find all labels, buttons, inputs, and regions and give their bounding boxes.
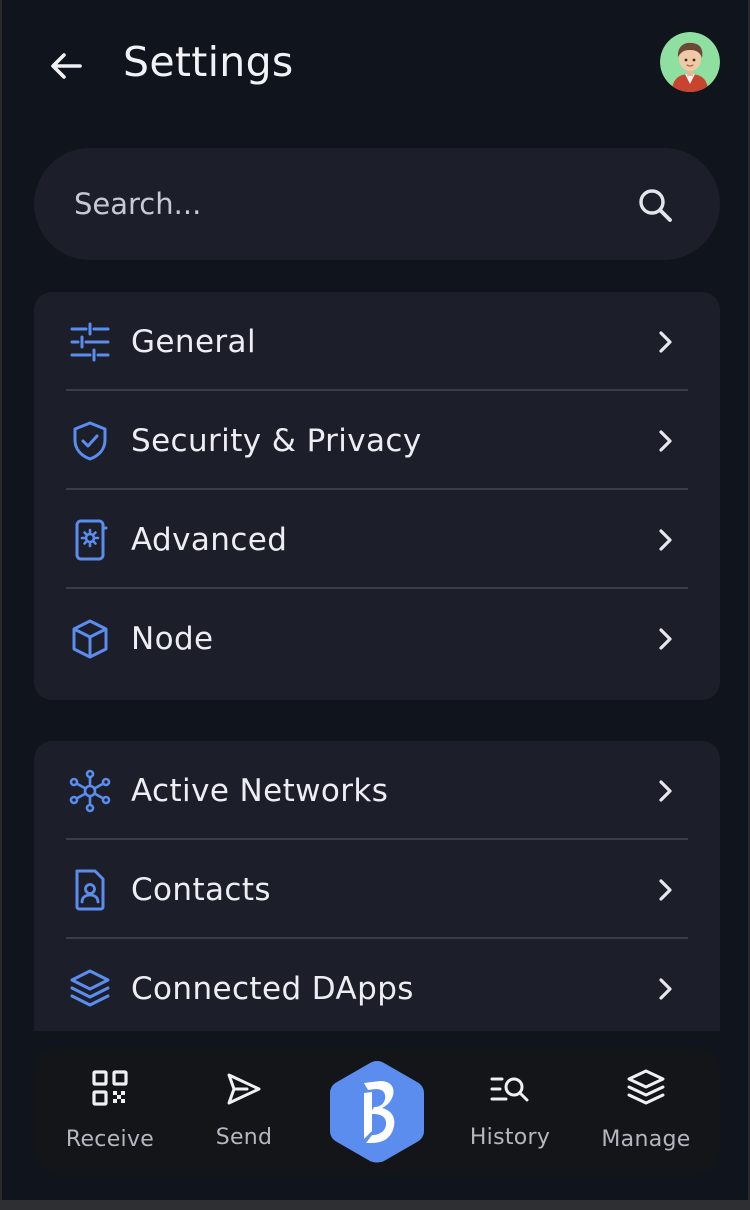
contact-card-icon	[75, 869, 105, 910]
chevron-right-icon	[659, 779, 672, 802]
search-icon	[639, 189, 672, 222]
settings-item-label: Active Networks	[131, 772, 389, 809]
settings-screen: Settings Search... General Security & Pr…	[2, 0, 748, 1200]
settings-group-secondary: Active Networks Contacts Connected DApps	[34, 741, 720, 1041]
settings-group-primary: General Security & Privacy Advanced Node	[34, 292, 720, 700]
window-bottom-edge	[0, 1200, 750, 1210]
settings-item-connected-dapps[interactable]: Connected DApps	[34, 939, 720, 1038]
search-button[interactable]	[636, 186, 674, 224]
user-avatar-icon	[660, 32, 720, 92]
settings-item-contacts[interactable]: Contacts	[34, 840, 720, 939]
page-title: Settings	[123, 38, 294, 86]
nav-receive-label: Receive	[65, 1127, 155, 1152]
settings-item-security-privacy[interactable]: Security & Privacy	[34, 391, 720, 490]
settings-item-label: Advanced	[131, 521, 288, 558]
network-icon	[69, 769, 111, 812]
brand-home-button[interactable]	[328, 1059, 426, 1165]
arrow-left-icon	[51, 53, 82, 79]
chevron-right-icon	[659, 977, 672, 1000]
header: Settings	[2, 0, 748, 130]
bottom-nav: Receive Send History Manage	[34, 1047, 720, 1175]
nav-send-label: Send	[215, 1125, 273, 1150]
settings-item-advanced[interactable]: Advanced	[34, 490, 720, 589]
nav-history-label: History	[469, 1125, 551, 1150]
sliders-icon	[70, 322, 110, 361]
chevron-right-icon	[659, 627, 672, 650]
brand-logo-icon	[330, 1061, 424, 1163]
avatar[interactable]	[660, 32, 720, 92]
chevron-right-icon	[659, 330, 672, 353]
settings-item-label: Connected DApps	[131, 970, 414, 1007]
settings-item-label: Security & Privacy	[131, 422, 422, 459]
nav-manage-label: Manage	[601, 1127, 691, 1152]
nav-history[interactable]: History	[460, 1047, 560, 1175]
cube-icon	[72, 619, 108, 658]
history-search-icon	[490, 1077, 529, 1102]
search-input[interactable]	[74, 178, 614, 230]
chevron-right-icon	[659, 528, 672, 551]
nav-manage[interactable]: Manage	[592, 1047, 700, 1175]
layers-icon	[627, 1069, 665, 1105]
settings-item-general[interactable]: General	[34, 292, 720, 391]
nav-send[interactable]: Send	[194, 1047, 294, 1175]
phone-gear-icon	[75, 519, 108, 560]
settings-item-label: General	[131, 323, 256, 360]
search-bar	[34, 148, 720, 260]
settings-item-active-networks[interactable]: Active Networks	[34, 741, 720, 840]
chevron-right-icon	[659, 878, 672, 901]
nav-receive[interactable]: Receive	[56, 1047, 164, 1175]
settings-item-label: Node	[131, 620, 214, 657]
shield-check-icon	[73, 421, 107, 460]
send-icon	[227, 1073, 261, 1105]
settings-item-label: Contacts	[131, 871, 271, 908]
qr-code-icon	[92, 1070, 128, 1106]
settings-item-node[interactable]: Node	[34, 589, 720, 688]
back-button[interactable]	[46, 46, 86, 86]
chevron-right-icon	[659, 429, 672, 452]
layers-icon	[70, 969, 110, 1006]
